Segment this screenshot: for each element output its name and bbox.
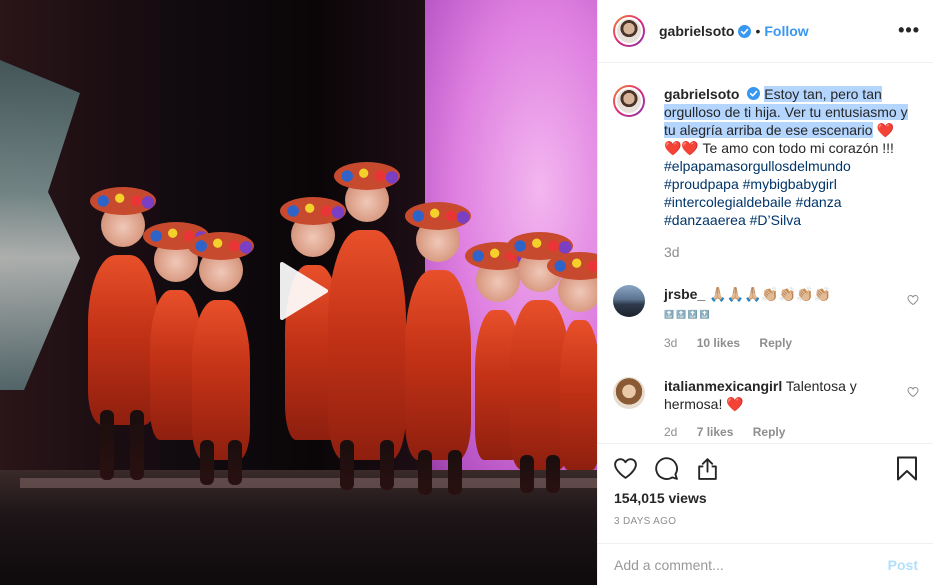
like-heart-icon[interactable] bbox=[613, 456, 638, 481]
dancer-leg bbox=[340, 440, 354, 490]
like-comment-heart-icon[interactable] bbox=[907, 294, 919, 306]
red-heart-emoji-icon: ❤️ bbox=[876, 122, 894, 138]
commenter-avatar[interactable] bbox=[613, 285, 645, 317]
caption-text: gabrielsoto Estoy tan, pero tan orgullos… bbox=[664, 85, 923, 229]
reply-button[interactable]: Reply bbox=[759, 336, 792, 350]
comment-time[interactable]: 3d bbox=[664, 336, 677, 350]
caption-avatar[interactable] bbox=[613, 85, 645, 117]
red-heart-emoji-icon: ❤️ bbox=[726, 396, 744, 412]
reply-button[interactable]: Reply bbox=[753, 425, 786, 439]
hashtag-link[interactable]: #danzaaerea bbox=[664, 212, 746, 228]
commenter-avatar[interactable] bbox=[613, 377, 645, 409]
verified-badge-icon bbox=[738, 24, 752, 38]
comment-username[interactable]: italianmexicangirl bbox=[664, 378, 782, 394]
comment-body: italianmexicangirl Talentosa y hermosa! … bbox=[664, 377, 904, 413]
caption-time[interactable]: 3d bbox=[664, 244, 923, 260]
dancer-leg bbox=[380, 440, 394, 490]
hashtag-link[interactable]: #mybigbabygirl bbox=[743, 176, 837, 192]
comment-username[interactable]: jrsbe_ bbox=[664, 286, 705, 302]
dancer bbox=[547, 252, 597, 470]
dancer-leg bbox=[100, 410, 114, 480]
dancer-leg bbox=[448, 450, 462, 495]
comment-text: 🙏🏼🙏🏼🙏🏼👏🏼👏🏼👏🏼👏🏼 bbox=[709, 286, 832, 302]
comment-item: jrsbe_ 🙏🏼🙏🏼🙏🏼👏🏼👏🏼👏🏼👏🏼 🔝🔝🔝🔝 3d 10 likes R… bbox=[613, 285, 933, 350]
comment-likes[interactable]: 10 likes bbox=[697, 336, 740, 350]
comment-time[interactable]: 2d bbox=[664, 425, 677, 439]
post-timestamp[interactable]: 3 DAYS AGO bbox=[614, 516, 676, 527]
red-heart-emoji-icon: ❤️❤️ bbox=[664, 140, 699, 156]
dancer bbox=[188, 232, 254, 460]
verified-badge-icon bbox=[747, 87, 761, 100]
dancer-leg bbox=[130, 410, 144, 480]
comment-bubble-icon[interactable] bbox=[654, 456, 679, 481]
hashtag-link[interactable]: #proudpapa bbox=[664, 176, 739, 192]
post-header: gabrielsoto • Follow ••• bbox=[598, 0, 933, 63]
header-username[interactable]: gabrielsoto bbox=[659, 23, 734, 39]
caption-line2: Te amo con todo mi corazón !!! bbox=[702, 140, 894, 156]
comment-meta: 3d 10 likes Reply bbox=[664, 336, 933, 350]
comment-likes[interactable]: 7 likes bbox=[697, 425, 734, 439]
view-count[interactable]: 154,015 views bbox=[614, 490, 707, 506]
add-comment-input[interactable] bbox=[614, 554, 864, 576]
like-comment-heart-icon[interactable] bbox=[907, 386, 919, 398]
post-caption: gabrielsoto Estoy tan, pero tan orgullos… bbox=[613, 85, 923, 260]
hashtag-link[interactable]: #intercolegialdebaile bbox=[664, 194, 792, 210]
avatar-image bbox=[615, 87, 643, 115]
post-video[interactable] bbox=[0, 0, 597, 585]
dancer bbox=[328, 162, 406, 460]
caption-username[interactable]: gabrielsoto bbox=[664, 86, 739, 102]
comment-meta: 2d 7 likes Reply bbox=[664, 425, 933, 439]
play-icon[interactable] bbox=[268, 258, 334, 324]
dancer-leg bbox=[200, 440, 214, 485]
dancer bbox=[88, 187, 158, 425]
header-separator: • bbox=[755, 23, 761, 39]
hashtag-link[interactable]: #danza bbox=[796, 194, 842, 210]
hashtag-link[interactable]: #D’Silva bbox=[750, 212, 801, 228]
dancer-leg bbox=[418, 450, 432, 495]
share-upload-icon[interactable] bbox=[695, 456, 720, 481]
comments-list[interactable]: gabrielsoto Estoy tan, pero tan orgullos… bbox=[598, 63, 933, 443]
dancer-leg bbox=[228, 440, 242, 485]
avatar[interactable] bbox=[613, 15, 645, 47]
follow-button[interactable]: Follow bbox=[764, 23, 808, 39]
avatar-image bbox=[615, 17, 643, 45]
bookmark-save-icon[interactable] bbox=[896, 456, 918, 481]
more-options-button[interactable]: ••• bbox=[898, 20, 920, 41]
dancer bbox=[405, 202, 471, 460]
action-buttons bbox=[613, 456, 720, 481]
post-sidebar: gabrielsoto • Follow ••• gabrielsoto Est… bbox=[597, 0, 933, 585]
dancer-leg bbox=[520, 455, 534, 493]
top-emoji-text: 🔝🔝🔝🔝 bbox=[664, 310, 712, 319]
dancer-leg bbox=[546, 455, 560, 493]
instagram-post-modal: gabrielsoto • Follow ••• gabrielsoto Est… bbox=[0, 0, 933, 585]
add-comment-bar: Post bbox=[598, 543, 933, 585]
comment-item: italianmexicangirl Talentosa y hermosa! … bbox=[613, 377, 933, 439]
post-actions: 154,015 views 3 DAYS AGO bbox=[598, 443, 933, 543]
hashtag-link[interactable]: #elpapamasorgullosdelmundo bbox=[664, 158, 851, 174]
comment-body: jrsbe_ 🙏🏼🙏🏼🙏🏼👏🏼👏🏼👏🏼👏🏼 🔝🔝🔝🔝 bbox=[664, 285, 904, 324]
post-comment-button[interactable]: Post bbox=[888, 557, 918, 573]
